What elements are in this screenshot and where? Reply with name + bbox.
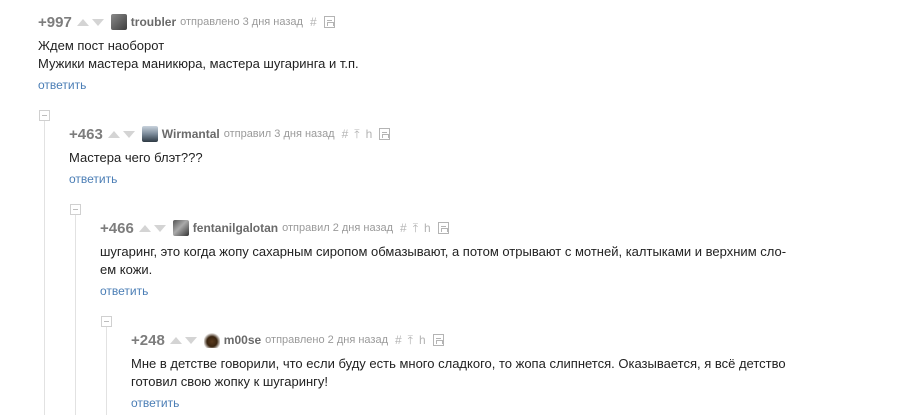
- comment-text-line: ем кожи.: [100, 262, 153, 277]
- comment-timestamp[interactable]: отправил 3 дня назад: [224, 128, 335, 140]
- reply-button[interactable]: ответить: [100, 284, 148, 298]
- save-icon[interactable]: [432, 334, 444, 346]
- comment-header: +997 troubler отправлено 3 дня назад #: [38, 13, 359, 31]
- comment-text: шугаринг, это когда жопу сахарным сиропо…: [100, 243, 786, 279]
- comment-rating: +248: [131, 331, 165, 349]
- avatar[interactable]: [203, 332, 220, 348]
- link-icon[interactable]: #: [342, 127, 349, 141]
- downvote-icon[interactable]: [91, 18, 104, 26]
- comment-header: +248 m00se отправлено 2 дня назад # ⤒ h: [131, 331, 786, 349]
- comment-author[interactable]: Wirmantal: [162, 127, 220, 141]
- comment-timestamp[interactable]: отправлено 2 дня назад: [265, 334, 388, 346]
- comment-rating: +466: [100, 219, 134, 237]
- upvote-icon[interactable]: [76, 18, 89, 26]
- comment-author[interactable]: fentanilgalotan: [193, 221, 278, 235]
- save-icon[interactable]: [379, 128, 391, 140]
- comment: +997 troubler отправлено 3 дня назад # Ж…: [38, 13, 359, 94]
- comment-text-line: шугаринг, это когда жопу сахарным сиропо…: [100, 244, 787, 259]
- downvote-icon[interactable]: [122, 130, 135, 138]
- thread-icon[interactable]: h: [419, 333, 426, 347]
- parent-comment-icon[interactable]: ⤒: [354, 127, 359, 142]
- link-icon[interactable]: #: [395, 333, 402, 347]
- save-icon[interactable]: [437, 222, 449, 234]
- comment-timestamp[interactable]: отправил 2 дня назад: [282, 222, 393, 234]
- save-icon[interactable]: [323, 16, 335, 28]
- comment-rating: +997: [38, 13, 72, 31]
- comment-header: +466 fentanilgalotan отправил 2 дня наза…: [100, 219, 786, 237]
- comment-text: Ждем пост наоборот Мужики мастера маникю…: [38, 37, 359, 73]
- comment-text: Мастера чего блэт???: [69, 149, 390, 167]
- comment: +248 m00se отправлено 2 дня назад # ⤒ h …: [131, 331, 786, 412]
- comment-timestamp[interactable]: отправлено 3 дня назад: [180, 16, 303, 28]
- comment-text-line: Ждем пост наоборот: [38, 38, 165, 53]
- comment-author[interactable]: troubler: [131, 15, 176, 29]
- reply-button[interactable]: ответить: [69, 172, 117, 186]
- avatar[interactable]: [172, 220, 189, 236]
- comment-text-line: Мне в детстве говорили, что если буду ес…: [131, 356, 786, 371]
- upvote-icon[interactable]: [138, 224, 151, 232]
- reply-button[interactable]: ответить: [38, 78, 86, 92]
- comment-header: +463 Wirmantal отправил 3 дня назад # ⤒ …: [69, 125, 391, 143]
- downvote-icon[interactable]: [153, 224, 166, 232]
- upvote-icon[interactable]: [169, 336, 182, 344]
- comment-text-line: Мастера чего блэт???: [69, 150, 203, 165]
- link-icon[interactable]: #: [310, 15, 317, 29]
- parent-comment-icon[interactable]: ⤒: [413, 221, 418, 236]
- thread-line: [44, 120, 45, 415]
- comment: +466 fentanilgalotan отправил 2 дня наза…: [100, 219, 786, 300]
- comment: +463 Wirmantal отправил 3 дня назад # ⤒ …: [69, 125, 391, 188]
- collapse-thread-button[interactable]: [101, 316, 112, 327]
- thread-line: [106, 326, 107, 415]
- comment-text-line: готовил свою жопку к шугарингу!: [131, 374, 329, 389]
- avatar[interactable]: [110, 14, 127, 30]
- link-icon[interactable]: #: [400, 221, 407, 235]
- parent-comment-icon[interactable]: ⤒: [408, 333, 413, 348]
- downvote-icon[interactable]: [184, 336, 197, 344]
- upvote-icon[interactable]: [107, 130, 120, 138]
- comment-text-line: Мужики мастера маникюра, мастера шугарин…: [38, 56, 359, 71]
- collapse-thread-button[interactable]: [39, 110, 50, 121]
- comment-author[interactable]: m00se: [224, 333, 261, 347]
- collapse-thread-button[interactable]: [70, 204, 81, 215]
- comment-text: Мне в детстве говорили, что если буду ес…: [131, 355, 786, 391]
- comment-rating: +463: [69, 125, 103, 143]
- thread-icon[interactable]: h: [366, 127, 373, 141]
- thread-line: [75, 214, 76, 415]
- avatar[interactable]: [141, 126, 158, 142]
- reply-button[interactable]: ответить: [131, 396, 179, 410]
- thread-icon[interactable]: h: [424, 221, 431, 235]
